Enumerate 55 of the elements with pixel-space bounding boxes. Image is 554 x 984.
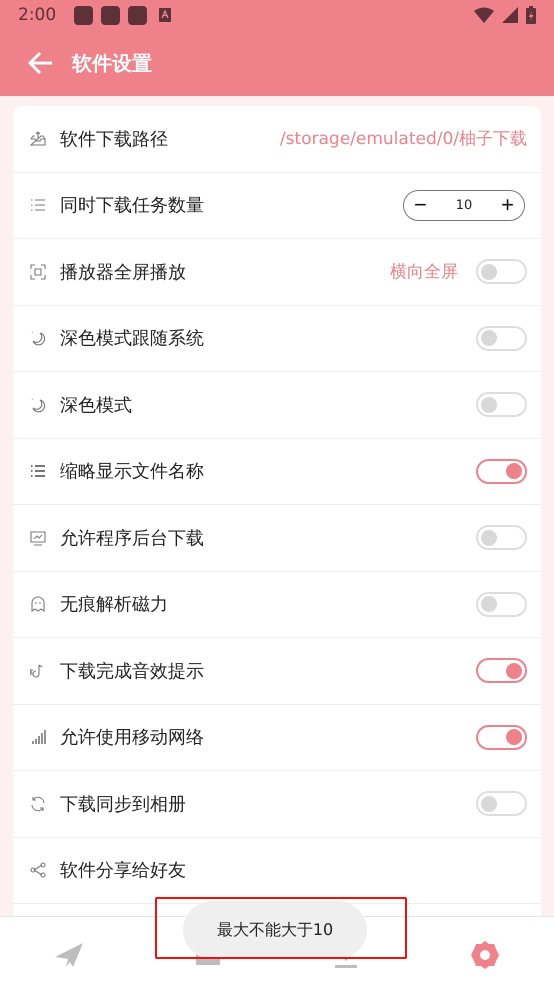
- settings-row[interactable]: 同时下载任务数量 − 10 +: [13, 172, 541, 239]
- page-title: 软件设置: [72, 50, 152, 76]
- keyboard-icon: [159, 8, 172, 22]
- fullscreen-icon: [30, 264, 46, 280]
- setting-label: 下载完成音效提示: [60, 660, 204, 683]
- back-arrow-icon: [28, 51, 54, 75]
- moon-icon: [30, 330, 46, 346]
- inbox-icon: [30, 130, 46, 147]
- status-time: 2:00: [18, 5, 56, 25]
- setting-label: 同时下载任务数量: [60, 194, 204, 218]
- setting-label: 缩略显示文件名称: [60, 460, 204, 484]
- setting-label: 深色模式跟随系统: [60, 327, 204, 350]
- notification-icon: [128, 6, 148, 24]
- settings-row[interactable]: 缩略显示文件名称: [13, 438, 541, 505]
- notification-icon: [74, 6, 94, 24]
- setting-label: 播放器全屏播放: [60, 260, 186, 284]
- settings-row[interactable]: 播放器全屏播放 横向全屏: [13, 239, 541, 306]
- setting-label: 深色模式: [60, 394, 132, 417]
- settings-row[interactable]: 允许程序后台下载: [13, 505, 541, 572]
- signal-icon: [30, 729, 46, 746]
- wifi-icon: [474, 7, 494, 23]
- monitor-icon: [30, 530, 46, 546]
- setting-label: 允许使用移动网络: [60, 726, 204, 750]
- limit-toast: 最大不能大于10: [183, 901, 367, 959]
- settings-row[interactable]: 软件下载路径 /storage/emulated/0/柚子下载: [13, 106, 541, 172]
- settings-icon: [468, 938, 501, 970]
- refresh-icon: [30, 796, 46, 812]
- settings-row[interactable]: 下载完成音效提示: [13, 638, 541, 704]
- stepper-value: 10: [456, 198, 472, 213]
- setting-label: 软件下载路径: [60, 128, 168, 151]
- toggle-switch[interactable]: [476, 724, 527, 750]
- battery-icon: [526, 6, 536, 24]
- toggle-switch[interactable]: [476, 458, 527, 484]
- increment-button[interactable]: +: [499, 194, 516, 216]
- settings-row[interactable]: 深色模式: [13, 372, 541, 438]
- setting-value: 横向全屏: [390, 261, 458, 284]
- setting-label: 允许程序后台下载: [60, 526, 204, 550]
- setting-label: 下载同步到相册: [60, 792, 186, 816]
- setting-value: /storage/emulated/0/柚子下载: [280, 128, 527, 150]
- moon-icon: [30, 396, 46, 413]
- stepper-control[interactable]: − 10 +: [403, 190, 525, 221]
- decrement-button[interactable]: −: [412, 194, 429, 216]
- settings-row[interactable]: 无痕解析磁力: [13, 572, 541, 638]
- ghost-icon: [30, 596, 46, 612]
- share-icon: [30, 862, 46, 878]
- signal-icon: [502, 7, 518, 23]
- settings-row[interactable]: 允许使用移动网络: [13, 704, 541, 771]
- settings-row[interactable]: 深色模式跟随系统: [13, 306, 541, 372]
- toggle-switch[interactable]: [476, 658, 527, 684]
- settings-row[interactable]: 下载同步到相册: [13, 771, 541, 838]
- list-icon: [30, 463, 46, 480]
- notification-icon: [101, 6, 120, 24]
- list-icon: [30, 197, 46, 214]
- setting-label: 无痕解析磁力: [60, 593, 168, 616]
- setting-label: 软件分享给好友: [60, 859, 186, 882]
